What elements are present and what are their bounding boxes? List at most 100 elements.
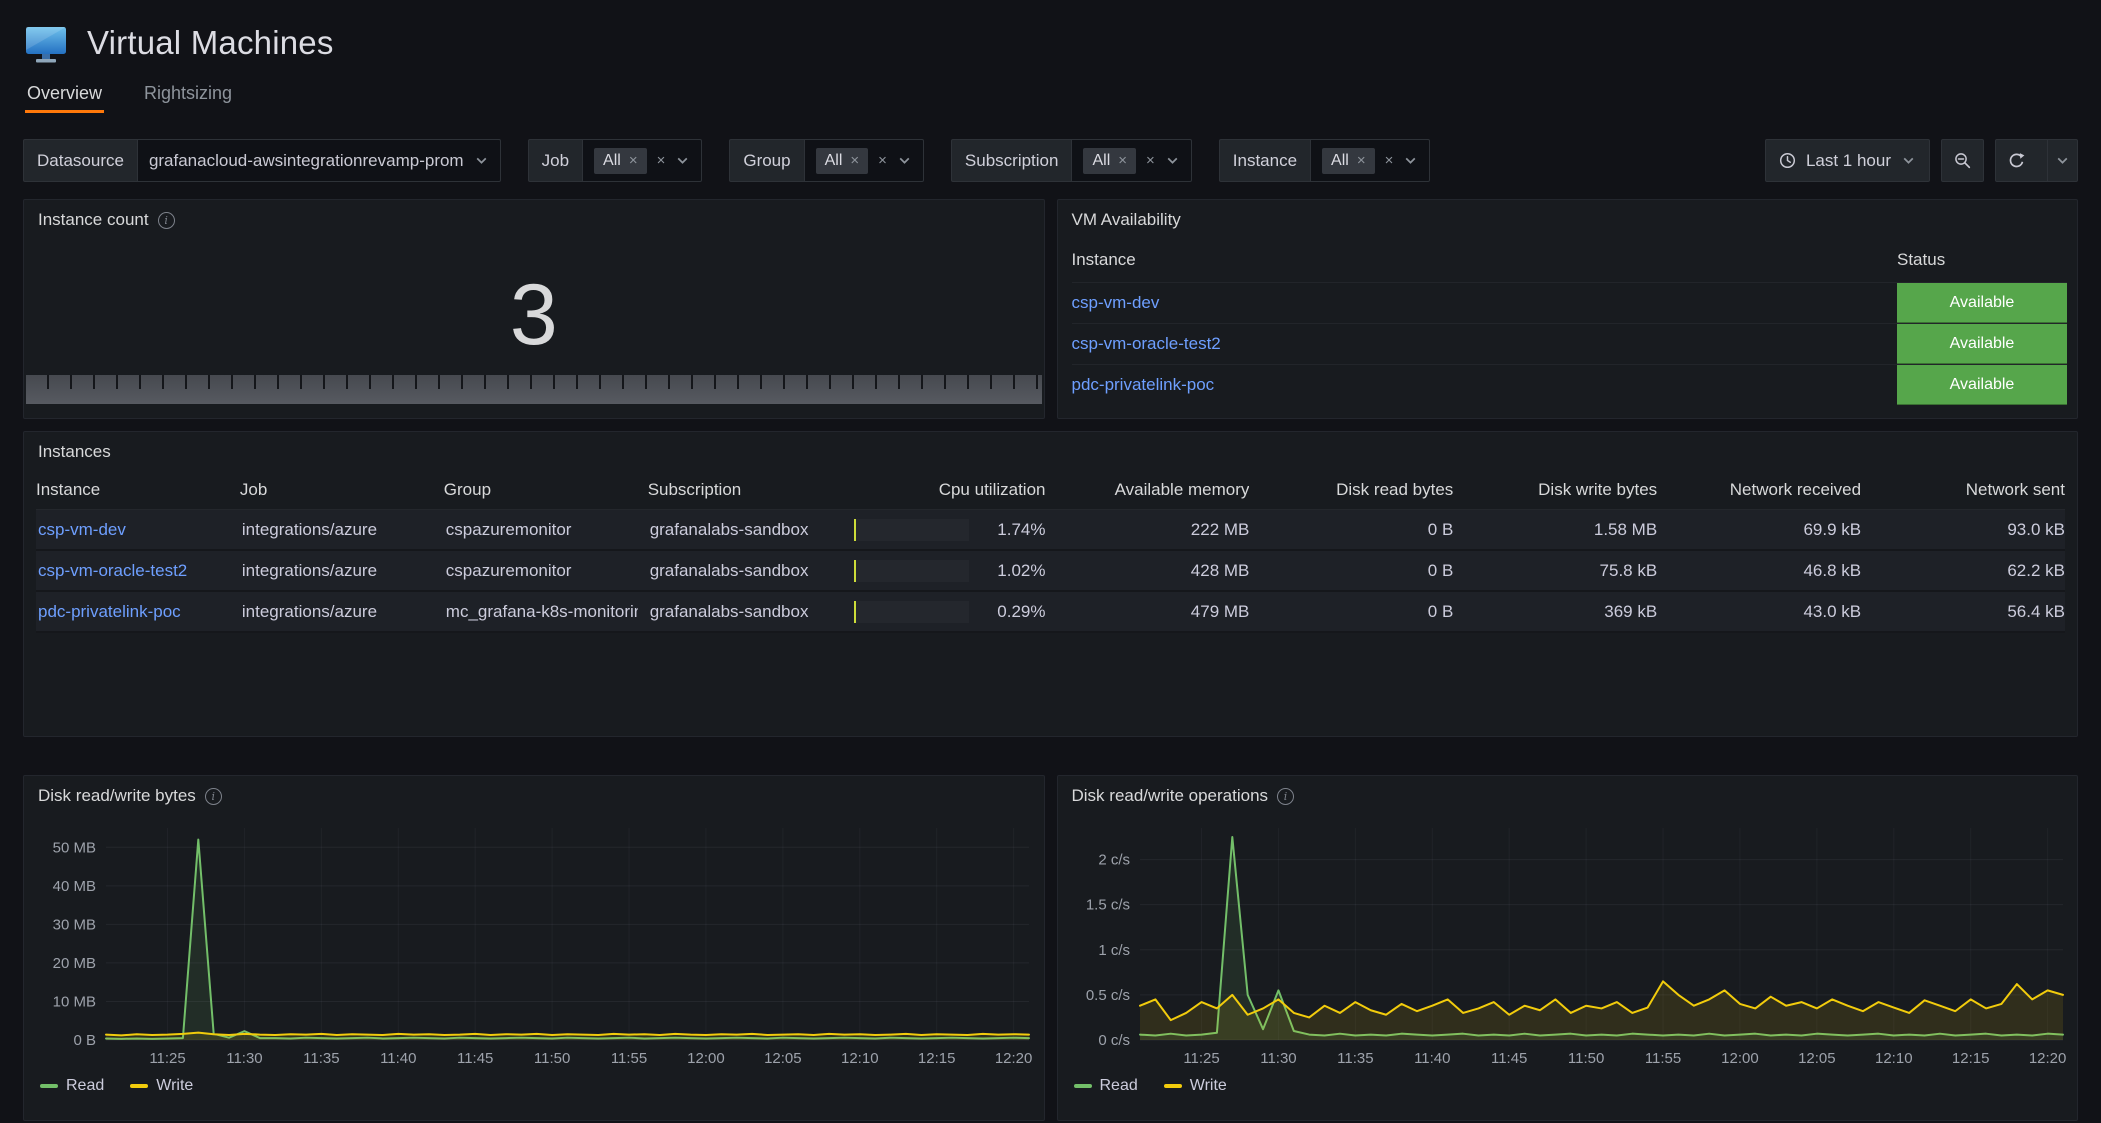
panel-title[interactable]: Disk read/write operations: [1072, 786, 1269, 806]
svg-text:1 c/s: 1 c/s: [1098, 942, 1130, 959]
remove-option-icon[interactable]: ×: [629, 153, 638, 168]
column-header[interactable]: Instance: [36, 470, 230, 509]
cpu-utilization-value: 1.74%: [979, 520, 1045, 540]
cpu-utilization-cell: 1.02%: [852, 551, 1046, 590]
panel-title[interactable]: Disk read/write bytes: [38, 786, 196, 806]
selected-option-chip[interactable]: All×: [594, 148, 647, 174]
zoom-out-button[interactable]: [1941, 139, 1984, 182]
time-range-picker[interactable]: Last 1 hour: [1765, 139, 1930, 182]
disk-operations-chart[interactable]: 11:2511:3011:3511:4011:4511:5011:5512:00…: [1066, 814, 2071, 1072]
chart-legend: Read Write: [24, 1072, 1044, 1105]
instance-link[interactable]: csp-vm-dev: [38, 520, 126, 540]
chart-legend: Read Write: [1058, 1072, 2078, 1105]
chevron-down-icon[interactable]: [675, 153, 690, 168]
column-header[interactable]: Group: [444, 470, 638, 509]
panel-title[interactable]: Instances: [38, 442, 111, 462]
svg-text:12:00: 12:00: [1721, 1050, 1759, 1067]
variable-subscription: SubscriptionAll××: [951, 139, 1192, 182]
legend-item-write[interactable]: Write: [130, 1077, 193, 1095]
column-header[interactable]: Network sent: [1871, 470, 2065, 509]
variable-select[interactable]: All××: [1310, 139, 1430, 182]
cpu-utilization-value: 1.02%: [979, 561, 1045, 581]
column-header[interactable]: Disk write bytes: [1463, 470, 1657, 509]
available-memory-cell: 222 MB: [1055, 510, 1249, 549]
clear-icon[interactable]: ×: [1146, 153, 1155, 168]
gauge-ticks: [26, 375, 1042, 389]
column-header[interactable]: Subscription: [648, 470, 842, 509]
datasource-label: Datasource: [23, 139, 137, 182]
table-header-row: Instance Status: [1072, 238, 2068, 282]
refresh-interval-segment[interactable]: [2047, 139, 2077, 182]
chevron-down-icon: [1901, 153, 1916, 168]
selected-option-chip[interactable]: All×: [1322, 148, 1375, 174]
svg-text:12:10: 12:10: [1875, 1050, 1913, 1067]
available-memory-cell: 479 MB: [1055, 592, 1249, 631]
magnifier-minus-icon: [1954, 152, 1971, 169]
column-header-instance[interactable]: Instance: [1072, 250, 1898, 270]
tab-bar: Overview Rightsizing: [0, 76, 2101, 113]
svg-text:0 B: 0 B: [73, 1032, 96, 1049]
panel-header: Instance count i: [24, 200, 1044, 236]
legend-item-read[interactable]: Read: [1074, 1077, 1138, 1095]
legend-item-write[interactable]: Write: [1164, 1077, 1227, 1095]
chevron-down-icon[interactable]: [897, 153, 912, 168]
instance-link[interactable]: pdc-privatelink-poc: [38, 602, 181, 622]
panel-title[interactable]: Instance count: [38, 210, 149, 230]
instance-link[interactable]: csp-vm-dev: [1072, 293, 1898, 313]
chevron-down-icon[interactable]: [1165, 153, 1180, 168]
legend-swatch: [1164, 1084, 1182, 1088]
refresh-run-segment[interactable]: [1996, 139, 2037, 182]
disk-bytes-chart[interactable]: 11:2511:3011:3511:4011:4511:5011:5512:00…: [32, 814, 1037, 1072]
column-header-status[interactable]: Status: [1897, 250, 2067, 270]
instance-link[interactable]: pdc-privatelink-poc: [1072, 375, 1898, 395]
cpu-utilization-bar: [854, 601, 970, 623]
column-header[interactable]: Cpu utilization: [852, 470, 1046, 509]
disk-write-bytes-cell: 75.8 kB: [1463, 551, 1657, 590]
variable-instance: InstanceAll××: [1219, 139, 1431, 182]
chevron-down-icon[interactable]: [1403, 153, 1418, 168]
legend-item-read[interactable]: Read: [40, 1077, 104, 1095]
info-icon[interactable]: i: [158, 212, 175, 229]
refresh-button[interactable]: [1995, 139, 2078, 182]
page-title: Virtual Machines: [87, 24, 334, 62]
clear-icon[interactable]: ×: [878, 153, 887, 168]
svg-text:11:55: 11:55: [1644, 1050, 1680, 1067]
panel-vm-availability: VM Availability Instance Status csp-vm-d…: [1057, 199, 2079, 419]
svg-text:2 c/s: 2 c/s: [1098, 852, 1130, 869]
info-icon[interactable]: i: [1277, 788, 1294, 805]
legend-label: Write: [156, 1077, 193, 1095]
legend-label: Read: [66, 1077, 104, 1095]
variable-label: Group: [729, 139, 803, 182]
panel-title[interactable]: VM Availability: [1072, 210, 1181, 230]
variable-select[interactable]: All××: [804, 139, 924, 182]
clear-icon[interactable]: ×: [1385, 153, 1394, 168]
selected-option-chip[interactable]: All×: [816, 148, 869, 174]
svg-text:11:55: 11:55: [611, 1050, 647, 1067]
datasource-select[interactable]: grafanacloud-awsintegrationrevamp-prom: [137, 139, 501, 182]
tab-rightsizing[interactable]: Rightsizing: [142, 76, 234, 113]
table-row: pdc-privatelink-pocAvailable: [1072, 364, 2068, 405]
column-header[interactable]: Available memory: [1055, 470, 1249, 509]
variable-select[interactable]: All××: [582, 139, 702, 182]
selected-option-chip[interactable]: All×: [1083, 148, 1136, 174]
clear-icon[interactable]: ×: [657, 153, 666, 168]
tab-overview[interactable]: Overview: [25, 76, 104, 113]
column-header[interactable]: Job: [240, 470, 434, 509]
variable-job: JobAll××: [528, 139, 703, 182]
cpu-utilization-bar: [854, 519, 970, 541]
job-cell: integrations/azure: [240, 592, 434, 631]
svg-text:0.5 c/s: 0.5 c/s: [1085, 987, 1129, 1004]
remove-option-icon[interactable]: ×: [1357, 153, 1366, 168]
time-range-label: Last 1 hour: [1806, 151, 1891, 171]
remove-option-icon[interactable]: ×: [1118, 153, 1127, 168]
remove-option-icon[interactable]: ×: [850, 153, 859, 168]
instance-link[interactable]: csp-vm-oracle-test2: [38, 561, 187, 581]
status-badge: Available: [1897, 365, 2067, 405]
column-header[interactable]: Disk read bytes: [1259, 470, 1453, 509]
variable-select[interactable]: All××: [1071, 139, 1191, 182]
disk-write-bytes-cell: 369 kB: [1463, 592, 1657, 631]
instance-link[interactable]: csp-vm-oracle-test2: [1072, 334, 1898, 354]
info-icon[interactable]: i: [205, 788, 222, 805]
column-header[interactable]: Network received: [1667, 470, 1861, 509]
chevron-down-icon[interactable]: [474, 153, 489, 168]
